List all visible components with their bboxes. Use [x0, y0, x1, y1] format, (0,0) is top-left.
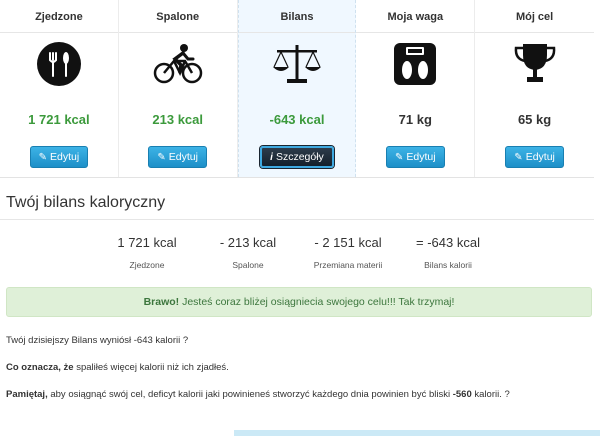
stat-value: - 213 kcal [219, 235, 277, 250]
alert-text: Jesteś coraz bliżej osiągniecia swojego … [182, 296, 455, 308]
alert-strong: Brawo! [143, 296, 180, 308]
pencil-icon: ✎ [395, 151, 404, 163]
weighing-scale-icon [356, 41, 474, 87]
divider [475, 32, 594, 33]
horizontal-scrollbar[interactable] [234, 430, 600, 436]
divider [356, 32, 475, 33]
info-line-1: Twój dzisiejszy Bilans wyniósł -643 kalo… [6, 334, 188, 347]
button-label: Edytuj [525, 151, 555, 163]
column-header: Moja waga [387, 11, 444, 23]
summary-column-burned: Spalone 213 kcal ✎ Edytuj [118, 0, 238, 177]
edit-burned-button[interactable]: ✎ Edytuj [148, 146, 207, 168]
stat-label: Przemiana materii [313, 260, 383, 270]
stat-value: - 2 151 kcal [314, 235, 382, 250]
success-alert: Brawo! Jesteś coraz bliżej osiągniecia s… [6, 287, 592, 317]
divider [0, 32, 118, 33]
stat-burned: - 213 kcal Spalone [193, 234, 303, 270]
edit-eaten-button[interactable]: ✎ Edytuj [29, 146, 89, 168]
info-text: spaliłeś więcej kalorii niż ich zjadłeś. [76, 362, 229, 373]
details-button[interactable]: i Szczegóły [260, 146, 334, 168]
button-label: Szczegóły [275, 151, 324, 163]
stat-value: = -643 kcal [416, 235, 480, 250]
pencil-icon: ✎ [514, 151, 523, 163]
edit-goal-button[interactable]: ✎ Edytuj [505, 146, 564, 168]
goal-value: 65 kg [517, 112, 552, 127]
stat-label: Bilans kalorii [424, 260, 472, 270]
summary-panel: Zjedzone 1 721 kcal ✎ Edytuj Spalone 213… [0, 0, 594, 178]
info-line-3: Pamiętaj, aby osiągnąć swój cel, deficyt… [6, 388, 510, 401]
bicycle-icon [119, 41, 237, 87]
cutlery-icon [0, 41, 118, 87]
info-text: kalorii. ? [474, 389, 510, 400]
info-line-2: Co oznacza, że spaliłeś więcej kalorii n… [6, 361, 229, 374]
summary-column-balance: Bilans -643 kcal i Szczegóły [237, 0, 357, 177]
summary-column-eaten: Zjedzone 1 721 kcal ✎ Edytuj [0, 0, 119, 177]
column-header: Mój cel [515, 11, 554, 23]
button-label: Edytuj [168, 151, 198, 163]
trophy-icon [475, 41, 594, 87]
stat-label: Zjedzone [129, 260, 165, 270]
info-text: aby osiągnąć swój cel, deficyt kalorii j… [50, 389, 451, 400]
stat-metabolism: - 2 151 kcal Przemiana materii [293, 234, 403, 270]
burned-value: 213 kcal [152, 112, 203, 127]
eaten-value: 1 721 kcal [28, 112, 90, 127]
stat-balance: = -643 kcal Bilans kalorii [393, 234, 503, 270]
info-text: Twój dzisiejszy Bilans wyniósł -643 kalo… [6, 335, 189, 346]
weight-value: 71 kg [398, 112, 432, 127]
button-label: Edytuj [50, 151, 80, 163]
balance-value: -643 kcal [269, 112, 325, 127]
stat-label: Spalone [232, 260, 264, 270]
pencil-icon: ✎ [38, 151, 47, 163]
button-label: Edytuj [406, 151, 436, 163]
info-icon: i [270, 151, 273, 163]
column-header: Bilans [280, 11, 314, 23]
info-strong: Co oznacza, że [6, 362, 74, 373]
pencil-icon: ✎ [157, 151, 166, 163]
divider [118, 32, 237, 33]
balance-scale-icon [239, 41, 356, 87]
summary-column-goal: Mój cel 65 kg ✎ Edytuj [475, 0, 594, 177]
divider [0, 219, 594, 220]
column-header: Zjedzone [35, 11, 83, 23]
summary-column-weight: Moja waga 71 kg ✎ Edytuj [356, 0, 476, 177]
edit-weight-button[interactable]: ✎ Edytuj [386, 146, 445, 168]
stat-value: 1 721 kcal [117, 235, 177, 250]
section-title: Twój bilans kaloryczny [6, 194, 166, 211]
target-deficit-value: -560 [452, 389, 472, 400]
column-header: Spalone [156, 11, 200, 23]
info-strong: Pamiętaj, [6, 389, 48, 400]
divider [238, 32, 356, 33]
stat-eaten: 1 721 kcal Zjedzone [92, 234, 202, 270]
